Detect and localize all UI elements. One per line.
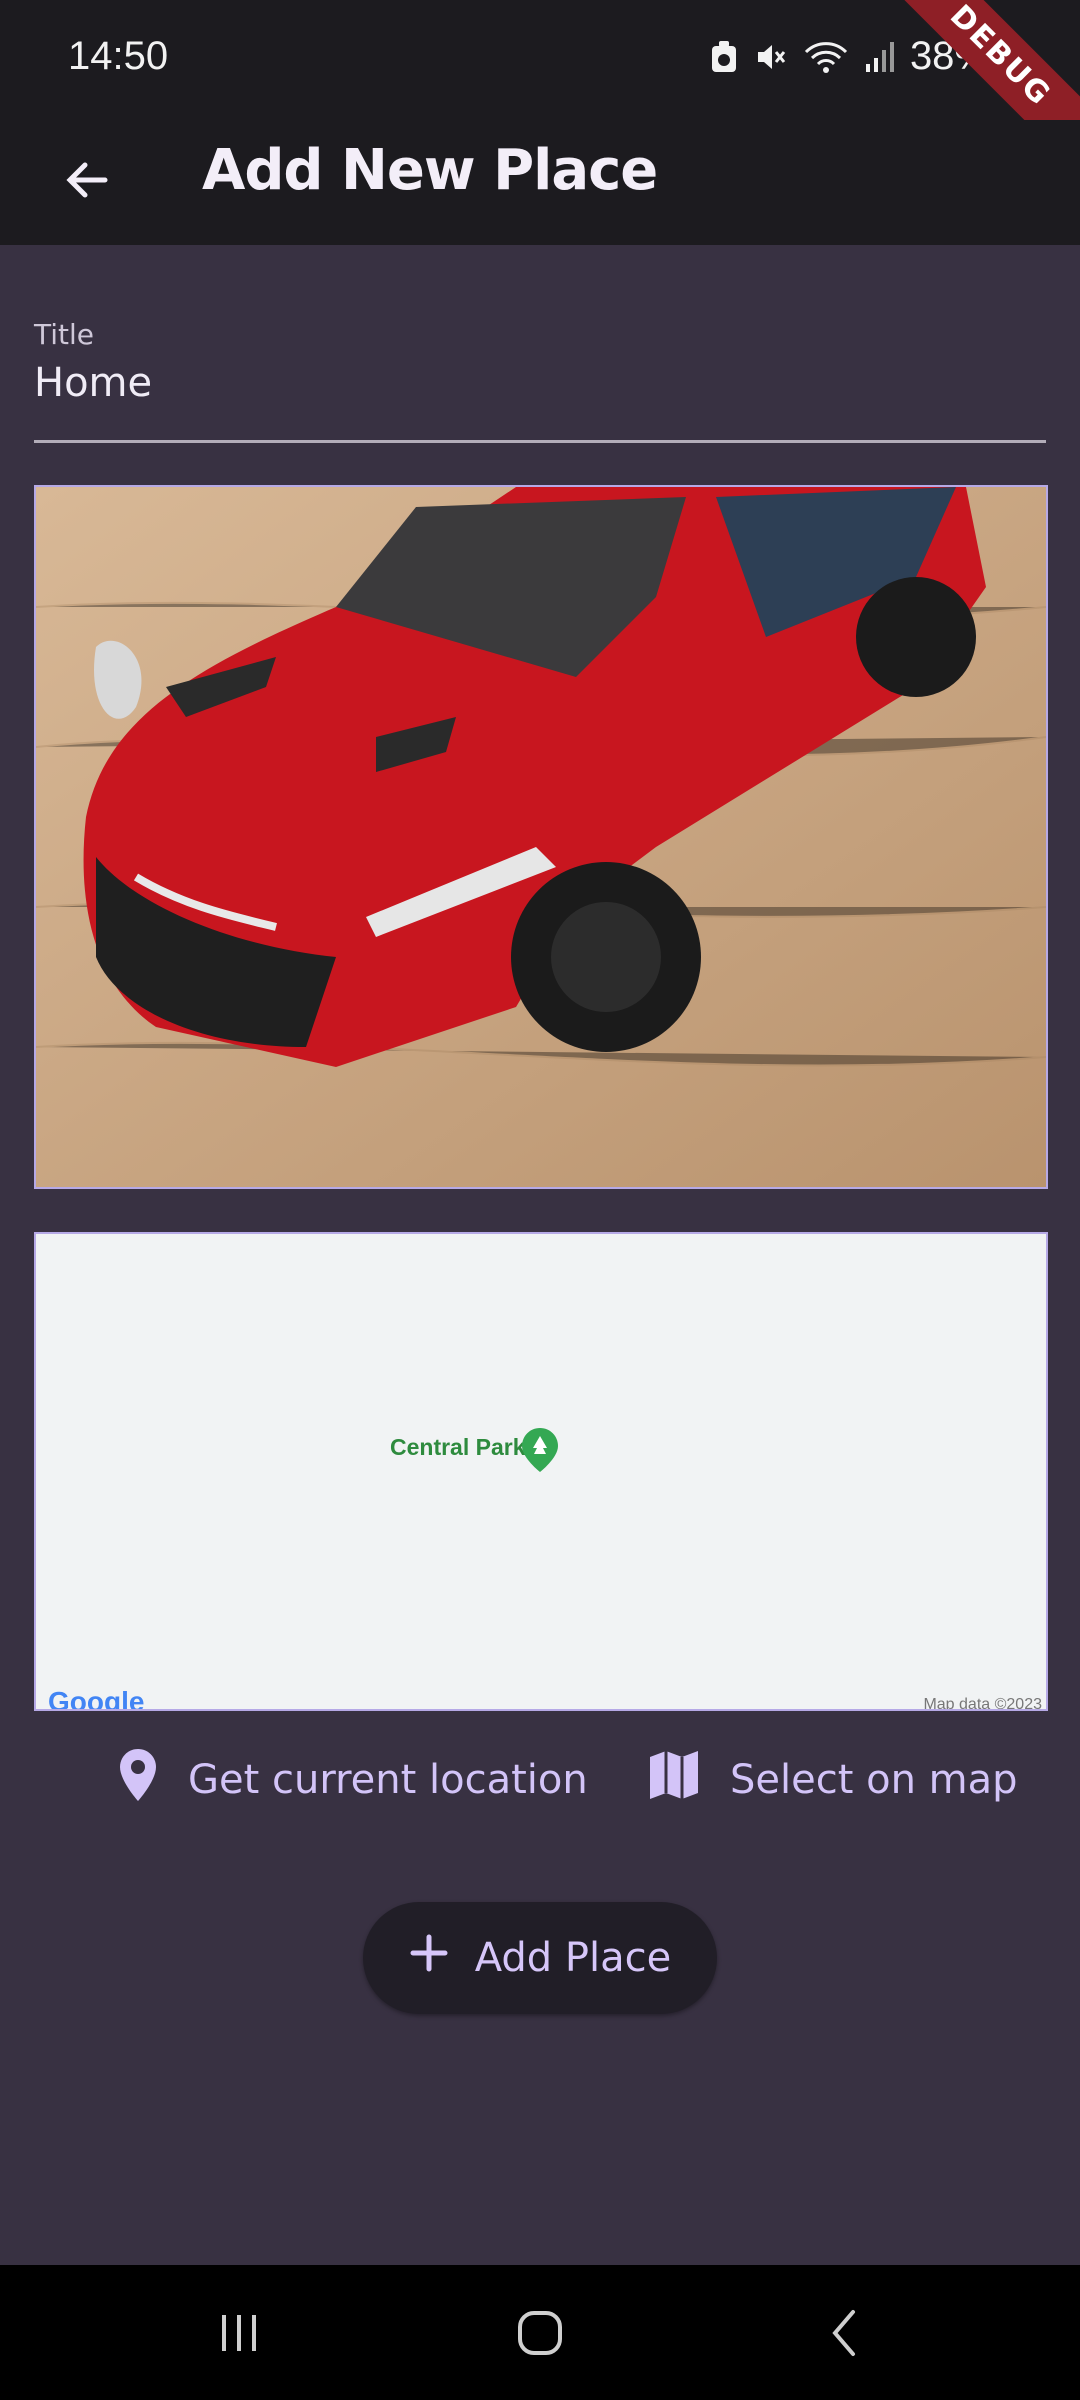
page-title: Add New Place — [202, 138, 658, 203]
arrow-back-icon — [61, 155, 111, 209]
location-actions: Get current location Select on map — [0, 1740, 1080, 1820]
select-on-map-button[interactable]: Select on map — [648, 1740, 1018, 1820]
map-icon — [648, 1749, 700, 1811]
car-photo — [36, 487, 1046, 1187]
title-field-value[interactable]: Home — [34, 360, 152, 406]
map-preview[interactable]: Central Park Google Map data ©2023 — [34, 1232, 1048, 1711]
recent-apps-icon — [214, 2311, 264, 2359]
map-attribution: Map data ©2023 — [923, 1696, 1042, 1711]
map-place-label: Central Park — [390, 1434, 526, 1460]
get-current-location-button[interactable]: Get current location — [118, 1740, 588, 1820]
home-button[interactable] — [495, 2305, 585, 2365]
status-bar: 14:50 38% DEBUG — [0, 0, 1080, 182]
wifi-icon — [804, 40, 848, 74]
google-logo: Google — [48, 1686, 145, 1711]
back-button[interactable] — [46, 142, 126, 222]
status-time: 14:50 — [68, 34, 169, 78]
title-field-label: Title — [34, 318, 95, 351]
home-icon — [515, 2308, 565, 2362]
signal-icon — [864, 40, 894, 74]
back-nav-button[interactable] — [800, 2305, 890, 2365]
get-current-location-label: Get current location — [188, 1757, 588, 1803]
system-nav-bar — [0, 2265, 1080, 2400]
add-place-label: Add Place — [474, 1935, 672, 1981]
recent-apps-button[interactable] — [194, 2305, 284, 2365]
park-pin-icon — [520, 1426, 560, 1478]
location-pin-icon — [118, 1747, 158, 1813]
select-on-map-label: Select on map — [730, 1757, 1018, 1803]
app-bar: Add New Place — [0, 120, 1080, 245]
plus-icon — [409, 1933, 449, 1983]
title-field[interactable]: Title Home — [34, 310, 1046, 443]
add-place-button[interactable]: Add Place — [363, 1902, 717, 2014]
clean-icon — [710, 40, 738, 74]
chevron-back-icon — [825, 2308, 865, 2362]
mute-icon — [754, 40, 788, 74]
image-preview[interactable] — [34, 485, 1048, 1189]
